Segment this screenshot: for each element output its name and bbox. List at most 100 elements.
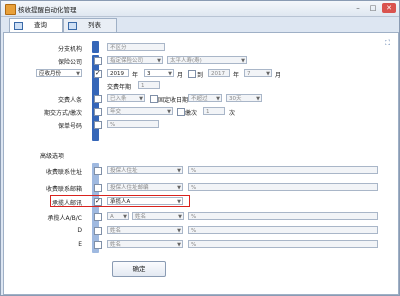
ok-button[interactable]: 确定 (112, 261, 166, 277)
dropdown-icon: ▼ (167, 109, 171, 115)
tab-query-label: 查询 (34, 21, 47, 29)
minimize-button[interactable]: – (351, 3, 365, 13)
days-select[interactable]: 30天 ▼ (226, 94, 262, 102)
tab-list-label: 列表 (88, 21, 101, 29)
due-month-value: 应收月份 (39, 71, 62, 77)
month-value: 3 (147, 71, 151, 77)
e-filter-input[interactable]: % (188, 240, 378, 248)
title-bar: 核收提醒自动化管理 – □ ✕ (1, 1, 399, 17)
freq-input[interactable]: 1 (203, 107, 225, 115)
advanced-title: 高级选项 (40, 153, 65, 160)
pay-period-label: 交费年期 (107, 84, 132, 91)
pay-period-value: 1 (141, 83, 145, 89)
month2-select[interactable]: 7 ▼ (244, 69, 272, 77)
range-checkbox[interactable] (188, 70, 196, 78)
month2-unit: 月 (275, 72, 282, 79)
dropdown-icon: ▼ (76, 71, 80, 77)
app-icon (5, 4, 16, 15)
dropdown-icon: ▼ (177, 228, 181, 234)
due-month-select[interactable]: 应收月份 ▼ (36, 69, 82, 77)
dropdown-icon: ▼ (256, 96, 260, 102)
email-label: 收费联系邮箱 (45, 186, 82, 193)
dropdown-icon: ▼ (123, 214, 127, 220)
days-value: 30天 (229, 96, 242, 102)
year-input[interactable]: 2019 (107, 69, 129, 77)
d-select[interactable]: 姓名 ▼ (107, 226, 183, 234)
d-value: 姓名 (110, 228, 122, 234)
freq-label: 缴次 (185, 110, 198, 117)
branch-select[interactable]: 不区分 (107, 43, 165, 51)
address-select[interactable]: 投保人住址 ▼ (107, 166, 183, 174)
pay-period-input[interactable]: 1 (138, 81, 160, 89)
email-value: 投保人住址邮编 (110, 185, 149, 191)
insurer-value: 指定保险公司 (110, 58, 144, 64)
notifier-checkbox[interactable] (94, 197, 102, 206)
dropdown-icon: ▼ (177, 168, 181, 174)
year-value: 2019 (110, 71, 124, 77)
renew-select[interactable]: 已入条 ▼ (107, 94, 145, 102)
address-filter-input[interactable]: % (188, 166, 378, 174)
limit-select[interactable]: 不超过 ▼ (188, 94, 222, 102)
notifier-abc-checkbox[interactable] (94, 213, 102, 221)
policy-no-checkbox[interactable] (94, 121, 102, 129)
d-label: D (77, 227, 82, 234)
email-select[interactable]: 投保人住址邮编 ▼ (107, 183, 183, 191)
list-icon (68, 22, 77, 30)
dropdown-icon: ▼ (266, 71, 270, 77)
address-checkbox[interactable] (94, 167, 102, 175)
notifier-abc-filter-input[interactable]: % (188, 212, 378, 220)
insurer-company-select[interactable]: 太平人寿(寿) ▼ (167, 56, 247, 64)
maximize-button[interactable]: □ (366, 3, 380, 13)
due-month-checkbox[interactable] (94, 69, 102, 78)
renew-checkbox[interactable] (94, 95, 102, 103)
insurer-label: 保险公司 (57, 59, 82, 66)
freq-checkbox[interactable] (177, 108, 185, 116)
tab-list[interactable]: 列表 (63, 18, 117, 32)
notifier-select[interactable]: 承揽人A ▼ (107, 197, 183, 205)
policy-no-value: % (110, 122, 116, 128)
dropdown-icon: ▼ (178, 214, 182, 220)
notifier-abc-value: A (110, 214, 114, 220)
month2-value: 7 (247, 71, 251, 77)
month-unit: 月 (177, 72, 184, 79)
policy-no-label: 保单号码 (57, 123, 82, 130)
insurer-select[interactable]: 指定保险公司 ▼ (107, 56, 163, 64)
e-select[interactable]: 姓名 ▼ (107, 240, 183, 248)
d-filter-input[interactable]: % (188, 226, 378, 234)
expand-icon[interactable]: ⛶ (385, 39, 390, 48)
close-button[interactable]: ✕ (382, 3, 396, 13)
renew-label: 交费人条 (57, 97, 82, 104)
notifier-abc-select[interactable]: A ▼ (107, 212, 129, 220)
year2-input[interactable]: 2017 (208, 69, 230, 77)
month-select[interactable]: 3 ▼ (144, 69, 174, 77)
query-icon (14, 22, 23, 30)
email-filter-value: % (191, 185, 197, 191)
period-label: 期交方式/缴次 (43, 110, 82, 117)
dropdown-icon: ▼ (168, 71, 172, 77)
query-panel: ⛶ 分支机构 不区分 保险公司 指定保险公司 ▼ 太平人寿(寿) ▼ 应收月份 ▼ 2… (3, 32, 399, 295)
notifier-abc-field-select[interactable]: 姓名 ▼ (132, 212, 184, 220)
e-filter-value: % (191, 242, 197, 248)
policy-no-input[interactable]: % (107, 120, 159, 128)
tab-query[interactable]: 查询 (9, 18, 63, 33)
app-window: 核收提醒自动化管理 – □ ✕ 查询 列表 ⛶ 分支机构 不区分 保险公司 指定… (0, 0, 400, 296)
email-filter-input[interactable]: % (188, 183, 378, 191)
period-checkbox[interactable] (94, 108, 102, 116)
to-label: 到 (197, 72, 204, 79)
notifier-value: 承揽人A (110, 199, 131, 205)
email-checkbox[interactable] (94, 184, 102, 192)
period-select[interactable]: 年交 ▼ (107, 107, 173, 115)
year2-unit: 年 (233, 72, 240, 79)
notifier-abc-field-value: 姓名 (135, 214, 147, 220)
renew-value: 已入条 (110, 96, 127, 102)
d-checkbox[interactable] (94, 227, 102, 235)
window-title: 核收提醒自动化管理 (18, 6, 77, 14)
dropdown-icon: ▼ (177, 242, 181, 248)
notifier-label: 承揽人邮讯 (51, 200, 82, 207)
insurer-checkbox[interactable] (94, 57, 102, 65)
period-value: 年交 (110, 109, 122, 115)
dropdown-icon: ▼ (177, 185, 181, 191)
freq-value: 1 (206, 109, 210, 115)
fixed-date-checkbox[interactable] (150, 95, 158, 103)
e-checkbox[interactable] (94, 241, 102, 249)
